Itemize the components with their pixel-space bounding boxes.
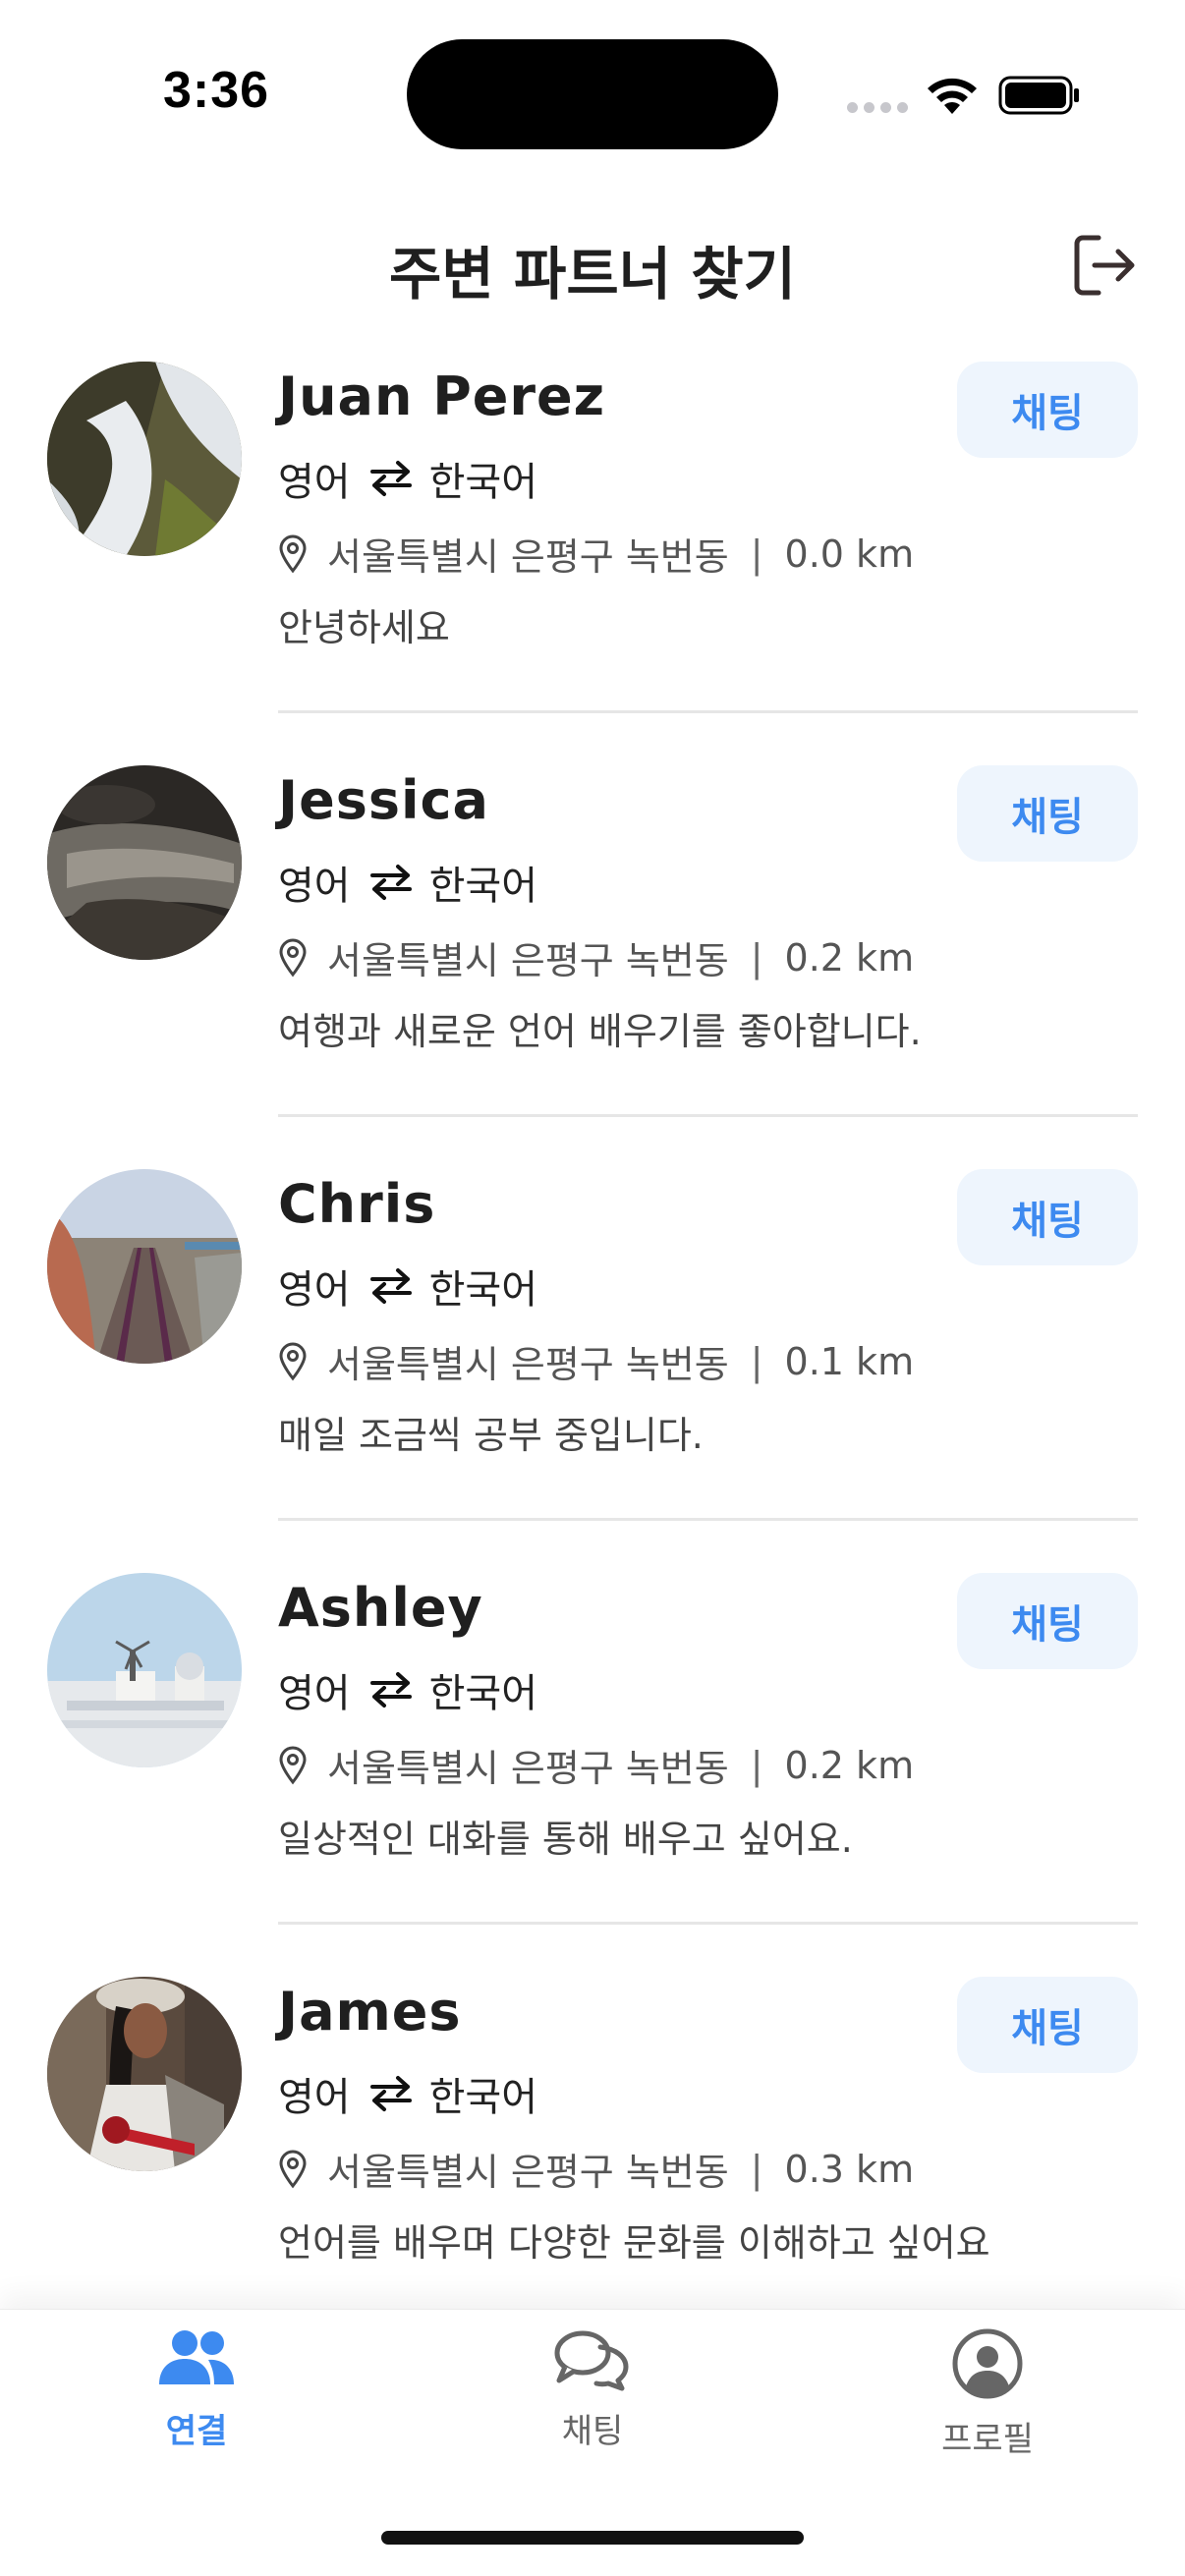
language-pair: 영어 한국어 xyxy=(278,1258,537,1315)
chat-button[interactable]: 채팅 xyxy=(957,1169,1138,1265)
swap-arrows-icon xyxy=(369,865,412,900)
native-language: 영어 xyxy=(278,2075,351,2120)
dynamic-island xyxy=(407,39,778,149)
tab-profile[interactable]: 프로필 xyxy=(889,2327,1086,2460)
partner-list-item[interactable]: Jessica 영어 한국어 서울특별시 은평구 녹번동 | 0.2 km 여행… xyxy=(0,757,1185,1161)
distance-text: 0.2 km xyxy=(784,935,915,980)
screen: 3:36 주변 파트너 찾기 Juan Perez 영어 한국어 서울특별시 은… xyxy=(0,0,1185,2576)
location-text: 서울특별시 은평구 녹번동 xyxy=(327,939,729,982)
avatar xyxy=(47,1169,242,1364)
chat-button[interactable]: 채팅 xyxy=(957,362,1138,458)
location-row: 서울특별시 은평구 녹번동 | 0.2 km xyxy=(278,1738,914,1792)
location-text: 서울특별시 은평구 녹번동 xyxy=(327,1343,729,1386)
swap-arrows-icon xyxy=(369,2076,412,2111)
partner-bio: 언어를 배우며 다양한 문화를 이해하고 싶어요 xyxy=(278,2221,990,2265)
cellular-signal-icon xyxy=(847,102,908,113)
location-row: 서울특별시 은평구 녹번동 | 0.3 km xyxy=(278,2142,914,2196)
location-pin-icon xyxy=(279,534,307,573)
swap-arrows-icon xyxy=(369,461,412,496)
swap-arrows-icon xyxy=(369,1268,412,1304)
location-pin-icon xyxy=(279,1342,307,1380)
separator: | xyxy=(750,532,763,576)
location-row: 서울특별시 은평구 녹번동 | 0.2 km xyxy=(278,930,914,984)
partner-name: James xyxy=(278,1981,462,2043)
partner-name: Juan Perez xyxy=(278,365,606,427)
learning-language: 한국어 xyxy=(428,2075,538,2120)
native-language: 영어 xyxy=(278,864,351,909)
tab-label: 채팅 xyxy=(561,2412,624,2451)
partner-name: Chris xyxy=(278,1173,436,1235)
profile-icon xyxy=(952,2328,1023,2399)
location-pin-icon xyxy=(279,1746,307,1784)
avatar xyxy=(47,362,242,556)
separator: | xyxy=(750,1339,763,1383)
tab-label: 연결 xyxy=(165,2412,228,2451)
divider xyxy=(278,1922,1138,1925)
chat-button[interactable]: 채팅 xyxy=(957,1573,1138,1669)
distance-text: 0.3 km xyxy=(784,2147,915,2191)
wifi-icon xyxy=(928,78,977,114)
location-row: 서울특별시 은평구 녹번동 | 0.1 km xyxy=(278,1334,914,1388)
battery-icon xyxy=(998,76,1079,115)
tab-chat[interactable]: 채팅 xyxy=(494,2327,691,2452)
partner-list[interactable]: Juan Perez 영어 한국어 서울특별시 은평구 녹번동 | 0.0 km… xyxy=(0,354,1185,2309)
location-text: 서울특별시 은평구 녹번동 xyxy=(327,2151,729,2194)
distance-text: 0.0 km xyxy=(784,532,915,576)
avatar xyxy=(47,1977,242,2171)
partner-bio: 매일 조금씩 공부 중입니다. xyxy=(278,1414,704,1457)
language-pair: 영어 한국어 xyxy=(278,2065,537,2122)
chat-button[interactable]: 채팅 xyxy=(957,1977,1138,2073)
distance-text: 0.2 km xyxy=(784,1743,915,1787)
language-pair: 영어 한국어 xyxy=(278,854,537,911)
language-pair: 영어 한국어 xyxy=(278,450,537,507)
partner-bio: 일상적인 대화를 통해 배우고 싶어요. xyxy=(278,1818,853,1861)
tab-connect[interactable]: 연결 xyxy=(98,2327,295,2452)
learning-language: 한국어 xyxy=(428,1267,538,1313)
logout-icon[interactable] xyxy=(1071,232,1138,299)
location-pin-icon xyxy=(279,938,307,977)
page-title: 주변 파트너 찾기 xyxy=(389,241,796,308)
partner-name: Ashley xyxy=(278,1577,483,1639)
location-row: 서울특별시 은평구 녹번동 | 0.0 km xyxy=(278,527,914,581)
partner-bio: 여행과 새로운 언어 배우기를 좋아합니다. xyxy=(278,1010,922,1053)
native-language: 영어 xyxy=(278,1267,351,1313)
chat-button[interactable]: 채팅 xyxy=(957,765,1138,862)
divider xyxy=(278,1518,1138,1521)
divider xyxy=(278,710,1138,713)
avatar xyxy=(47,1573,242,1767)
separator: | xyxy=(750,2147,763,2191)
partner-list-item[interactable]: Juan Perez 영어 한국어 서울특별시 은평구 녹번동 | 0.0 km… xyxy=(0,354,1185,757)
tab-label: 프로필 xyxy=(941,2420,1034,2459)
learning-language: 한국어 xyxy=(428,864,538,909)
swap-arrows-icon xyxy=(369,1672,412,1708)
avatar xyxy=(47,765,242,960)
people-icon xyxy=(159,2330,234,2384)
separator: | xyxy=(750,1743,763,1787)
partner-bio: 안녕하세요 xyxy=(278,606,450,649)
location-text: 서울특별시 은평구 녹번동 xyxy=(327,535,729,579)
learning-language: 한국어 xyxy=(428,460,538,505)
partner-list-item[interactable]: James 영어 한국어 서울특별시 은평구 녹번동 | 0.3 km 언어를 … xyxy=(0,1969,1185,2309)
partner-list-item[interactable]: Ashley 영어 한국어 서울특별시 은평구 녹번동 | 0.2 km 일상적… xyxy=(0,1565,1185,1969)
location-text: 서울특별시 은평구 녹번동 xyxy=(327,1747,729,1790)
home-indicator xyxy=(381,2531,804,2545)
status-time: 3:36 xyxy=(163,62,270,119)
native-language: 영어 xyxy=(278,1671,351,1716)
language-pair: 영어 한국어 xyxy=(278,1661,537,1718)
partner-name: Jessica xyxy=(278,769,489,831)
separator: | xyxy=(750,935,763,980)
partner-list-item[interactable]: Chris 영어 한국어 서울특별시 은평구 녹번동 | 0.1 km 매일 조… xyxy=(0,1161,1185,1565)
divider xyxy=(278,1114,1138,1117)
native-language: 영어 xyxy=(278,460,351,505)
learning-language: 한국어 xyxy=(428,1671,538,1716)
distance-text: 0.1 km xyxy=(784,1339,915,1383)
location-pin-icon xyxy=(279,2150,307,2188)
chat-bubbles-icon xyxy=(554,2330,629,2391)
